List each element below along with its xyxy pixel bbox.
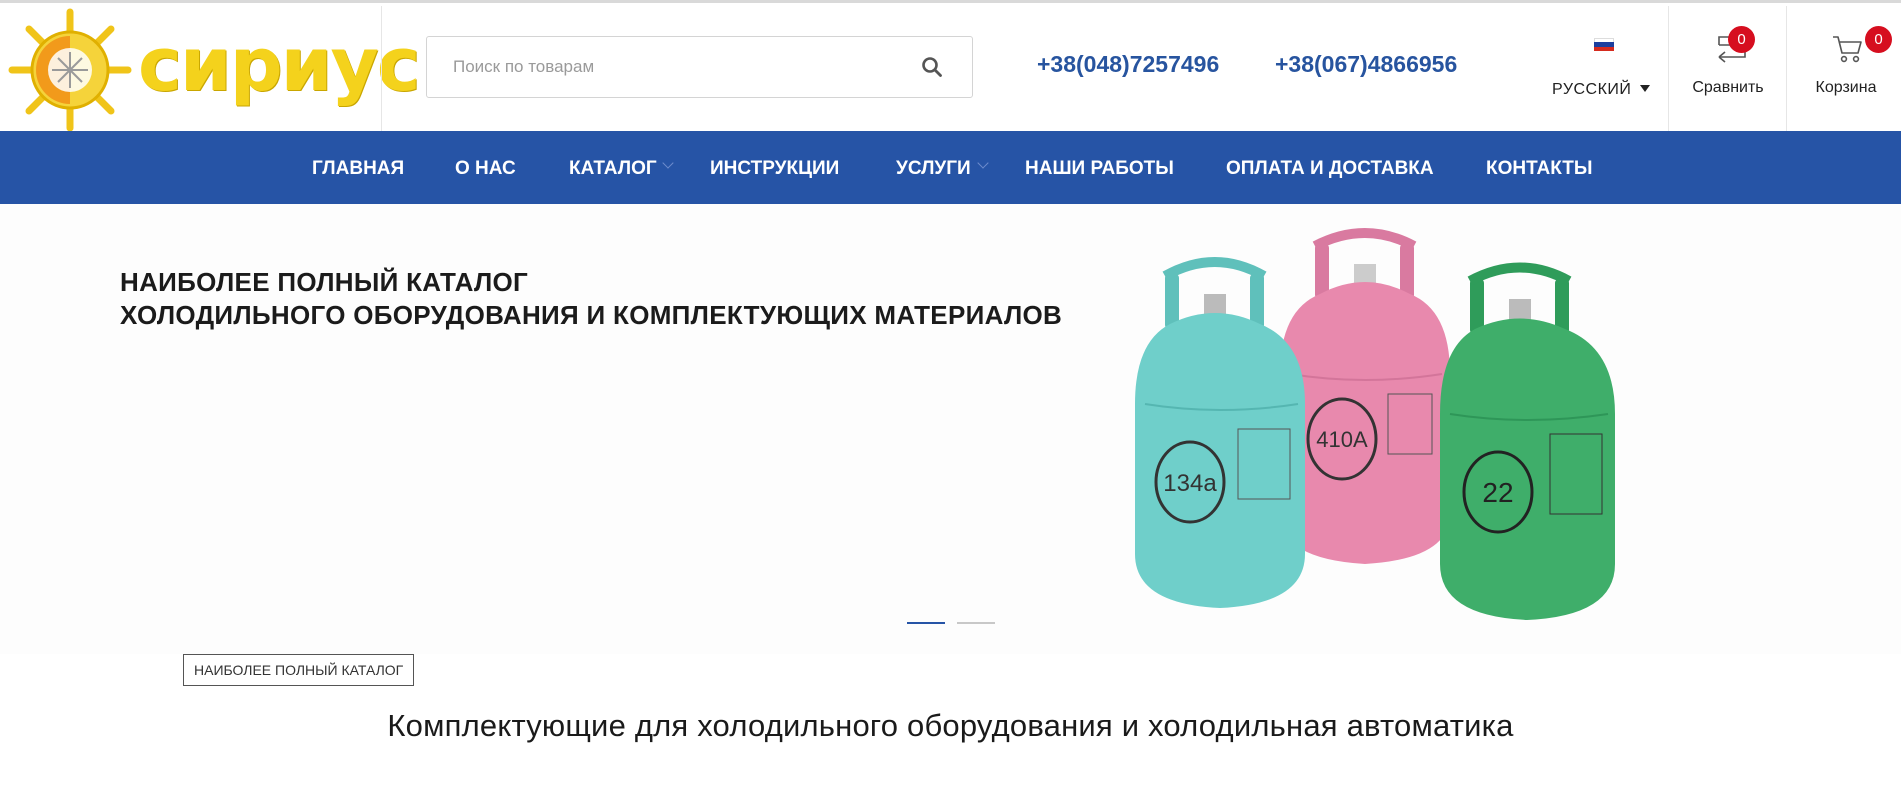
compare-label: Сравнить <box>1692 79 1764 96</box>
cart-count-badge: 0 <box>1865 26 1892 53</box>
cart-label: Корзина <box>1815 79 1877 96</box>
cart-button[interactable]: 0 Корзина <box>1787 17 1901 117</box>
section-title: Комплектующие для холодильного оборудова… <box>387 708 1514 743</box>
language-label: РУССКИЙ <box>1552 81 1632 98</box>
logo[interactable]: сириус <box>8 8 421 132</box>
search-icon <box>922 57 942 77</box>
nav-item-instructions[interactable]: ИНСТРУКЦИИ <box>710 158 839 180</box>
search-button[interactable] <box>920 55 944 79</box>
refrigerant-cylinders-image: 410A 134a 22 <box>1135 228 1615 620</box>
nav-item-home[interactable]: ГЛАВНАЯ <box>312 158 404 180</box>
ru-flag-icon <box>1594 38 1614 51</box>
cylinder-134a: 134a <box>1135 257 1305 608</box>
nav-item-contacts[interactable]: КОНТАКТЫ <box>1486 158 1593 180</box>
cylinder-22: 22 <box>1440 262 1615 620</box>
cylinder-410a-label: 410A <box>1316 427 1368 452</box>
brand-name: сириус <box>138 22 421 108</box>
phone-link-2[interactable]: +38(067)4866956 <box>1275 51 1457 78</box>
nav-item-catalog[interactable]: КАТАЛОГ <box>569 158 657 180</box>
cylinder-22-label: 22 <box>1482 477 1513 508</box>
compare-count-badge: 0 <box>1728 26 1755 53</box>
slider-dot-1[interactable] <box>907 622 945 624</box>
hero-title: НАИБОЛЕЕ ПОЛНЫЙ КАТАЛОГ ХОЛОДИЛЬНОГО ОБО… <box>120 266 1062 332</box>
catalog-tag: НАИБОЛЕЕ ПОЛНЫЙ КАТАЛОГ <box>183 654 415 686</box>
sun-logo-icon <box>8 8 132 132</box>
chevron-down-icon[interactable] <box>1640 85 1650 92</box>
nav-item-our-works[interactable]: НАШИ РАБОТЫ <box>1025 158 1174 180</box>
nav-item-payment-delivery[interactable]: ОПЛАТА И ДОСТАВКА <box>1226 158 1434 180</box>
nav-item-services[interactable]: УСЛУГИ <box>896 158 971 180</box>
main-nav: ГЛАВНАЯ О НАС КАТАЛОГ ИНСТРУКЦИИ УСЛУГИ … <box>0 131 1901 204</box>
hero-slider: НАИБОЛЕЕ ПОЛНЫЙ КАТАЛОГ ХОЛОДИЛЬНОГО ОБО… <box>0 204 1901 654</box>
cylinder-134a-label: 134a <box>1163 470 1217 497</box>
site-header: сириус +38(048)7257496 +38(067)4866956 Р… <box>0 3 1901 132</box>
cylinder-410a: 410A <box>1280 228 1450 564</box>
cart-icon <box>1833 36 1862 63</box>
chevron-down-icon <box>977 157 989 169</box>
phone-link-1[interactable]: +38(048)7257496 <box>1037 51 1219 78</box>
search-input[interactable] <box>427 37 897 97</box>
compare-button[interactable]: 0 Сравнить <box>1669 17 1787 117</box>
chevron-down-icon <box>662 157 674 169</box>
search-box <box>426 36 973 98</box>
hero-title-line-1: НАИБОЛЕЕ ПОЛНЫЙ КАТАЛОГ <box>120 267 529 297</box>
slider-dot-2[interactable] <box>957 622 995 624</box>
language-selector[interactable]: РУССКИЙ <box>1546 33 1676 103</box>
divider <box>381 6 382 132</box>
nav-item-about[interactable]: О НАС <box>455 158 516 180</box>
hero-title-line-2: ХОЛОДИЛЬНОГО ОБОРУДОВАНИЯ И КОМПЛЕКТУЮЩИ… <box>120 300 1063 330</box>
